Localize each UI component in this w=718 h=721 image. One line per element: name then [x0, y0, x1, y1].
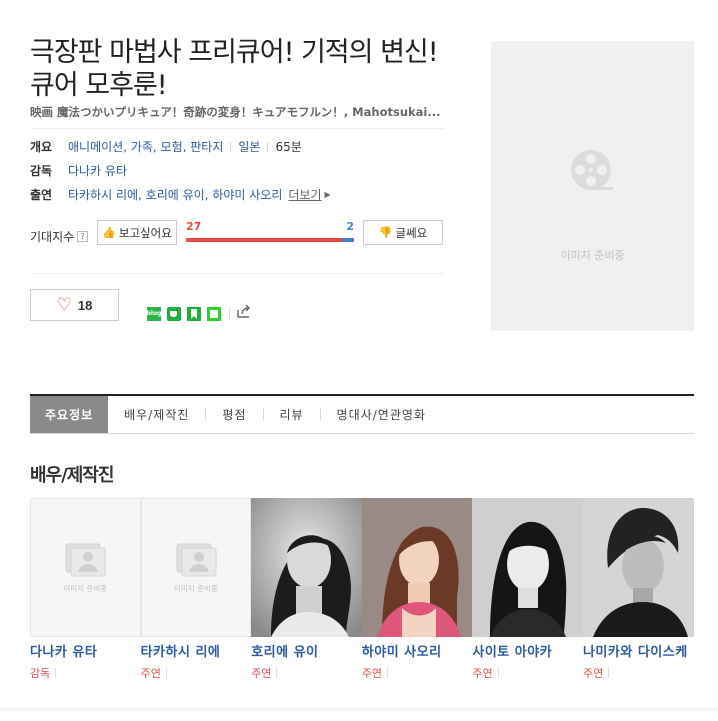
separator [276, 668, 278, 678]
cast-links[interactable]: 타카하시 리에, 호리에 유이, 하야미 사오리 [68, 187, 282, 203]
separator [608, 668, 610, 678]
cast-card[interactable]: 사이토 아야카 주연 [472, 498, 583, 681]
director-link[interactable]: 다나카 유타 [68, 163, 127, 179]
person-role: 주연 [141, 665, 252, 681]
person-name[interactable]: 다나카 유타 [30, 641, 141, 660]
genre-links[interactable]: 애니메이션, 가족, 모험, 판타지 [68, 139, 223, 155]
runtime: 65분 [275, 140, 302, 154]
divider [30, 128, 444, 129]
portrait-image [582, 498, 694, 637]
person-photo[interactable] [361, 498, 473, 637]
image-placeholder-icon [176, 543, 217, 577]
role-text: 주연 [472, 667, 493, 680]
tab-bar: 주요정보 배우/제작진 평점 리뷰 명대사/연관영화 [30, 394, 694, 434]
anticipation-gauge: 27 2 [186, 220, 354, 244]
anticipation-label-wrap: 기대지수 ? [30, 228, 89, 245]
movie-title: 극장판 마법사 프리큐어! 기적의 변신! 큐어 모후룬! [30, 37, 439, 101]
photo-placeholder[interactable]: 이미지 준비중 [140, 498, 252, 637]
overview-label: 개요 [30, 140, 53, 154]
image-placeholder-icon [65, 543, 106, 577]
person-role: 주연 [362, 665, 473, 681]
share-icon[interactable] [236, 304, 252, 323]
cast-card[interactable]: 나미카와 다이스케 주연 [582, 498, 694, 681]
help-icon[interactable]: ? [77, 231, 89, 242]
person-name[interactable]: 타카하시 리에 [141, 641, 252, 660]
like-count: 18 [77, 297, 93, 313]
want-count: 27 [186, 220, 202, 233]
separator [55, 668, 57, 678]
person-photo[interactable] [472, 498, 583, 637]
portrait-image [251, 498, 362, 637]
meh-label: 글쎄요 [395, 225, 428, 240]
person-role: 감독 [30, 665, 141, 681]
person-photo[interactable] [251, 498, 362, 637]
separator [267, 141, 269, 153]
like-button[interactable]: ♡ 18 [30, 289, 119, 321]
bookmark-icon[interactable] [187, 306, 201, 321]
tab-cast-crew[interactable]: 배우/제작진 [108, 396, 205, 433]
info-director-row: 감독 다나카 유타 [30, 163, 444, 179]
person-name[interactable]: 하야미 사오리 [362, 641, 473, 660]
person-name[interactable]: 사이토 아야카 [472, 641, 583, 660]
cast-list: 이미지 준비중 다나카 유타 감독 이미지 준비중 타카하시 리에 주연 호리에… [30, 498, 694, 681]
role-text: 주연 [251, 667, 272, 680]
footer-divider [0, 708, 718, 711]
separator [229, 307, 230, 320]
tab-review[interactable]: 리뷰 [264, 396, 320, 433]
band-icon[interactable] [207, 306, 221, 321]
tab-main-info[interactable]: 주요정보 [30, 396, 109, 433]
person-role: 주연 [251, 665, 362, 681]
cast-card[interactable]: 호리에 유이 주연 [251, 498, 362, 681]
separator [165, 668, 167, 678]
want-to-see-button[interactable]: 👍 보고싶어요 [97, 220, 177, 245]
person-photo[interactable] [582, 498, 694, 637]
poster-placeholder: 이미지 준비중 [491, 41, 694, 331]
more-cast-link[interactable]: 더보기 [288, 187, 321, 203]
person-name[interactable]: 호리에 유이 [251, 641, 362, 660]
cafe-icon[interactable] [167, 306, 181, 321]
role-text: 주연 [140, 667, 161, 680]
cast-card[interactable]: 하야미 사오리 주연 [361, 498, 473, 681]
portrait-image [361, 498, 473, 637]
chevron-right-icon: ▶ [324, 190, 331, 199]
person-role: 주연 [583, 665, 694, 681]
info-cast-row: 출연 타카하시 리에, 호리에 유이, 하야미 사오리 더보기 ▶ [30, 187, 444, 203]
separator [230, 141, 232, 153]
info-overview-row: 개요 애니메이션, 가족, 모험, 판타지 일본 65분 [30, 139, 444, 155]
tab-quotes-related[interactable]: 명대사/연관영화 [321, 396, 442, 433]
portrait-image [472, 498, 583, 637]
cast-card[interactable]: 이미지 준비중 타카하시 리에 주연 [140, 498, 252, 681]
separator [387, 668, 389, 678]
role-text: 감독 [30, 667, 51, 680]
tab-rating[interactable]: 평점 [206, 396, 262, 433]
heart-icon: ♡ [56, 295, 72, 314]
role-text: 주연 [361, 667, 383, 680]
role-text: 주연 [582, 667, 604, 680]
blog-icon[interactable]: blog [147, 306, 161, 321]
person-name[interactable]: 나미카와 다이스케 [583, 641, 694, 660]
gauge-bar-red [186, 238, 343, 242]
photo-placeholder-text: 이미지 준비중 [173, 584, 218, 593]
want-label: 보고싶어요 [118, 225, 172, 240]
poster-placeholder-text: 이미지 준비중 [560, 249, 625, 262]
divider [30, 273, 444, 274]
director-label: 감독 [30, 164, 53, 178]
film-reel-icon [571, 150, 613, 190]
cast-card[interactable]: 이미지 준비중 다나카 유타 감독 [30, 498, 141, 681]
thumbs-down-icon: 👎 [378, 226, 393, 239]
anticipation-label: 기대지수 [30, 230, 75, 244]
photo-placeholder-text: 이미지 준비중 [63, 584, 108, 593]
share-row: blog [147, 304, 252, 323]
movie-subtitle: 映画 魔法つかいプリキュア！奇跡の変身！キュアモフルン！, Mahotsukai… [30, 105, 441, 119]
separator [497, 668, 499, 678]
cast-section-title: 배우/제작진 [30, 465, 114, 486]
cast-label: 출연 [30, 188, 53, 202]
photo-placeholder[interactable]: 이미지 준비중 [30, 498, 141, 637]
country-link[interactable]: 일본 [238, 139, 260, 155]
thumbs-up-icon: 👍 [102, 226, 116, 239]
person-role: 주연 [472, 665, 583, 681]
meh-count: 2 [346, 220, 354, 233]
meh-button[interactable]: 👎 글쎄요 [363, 220, 443, 245]
